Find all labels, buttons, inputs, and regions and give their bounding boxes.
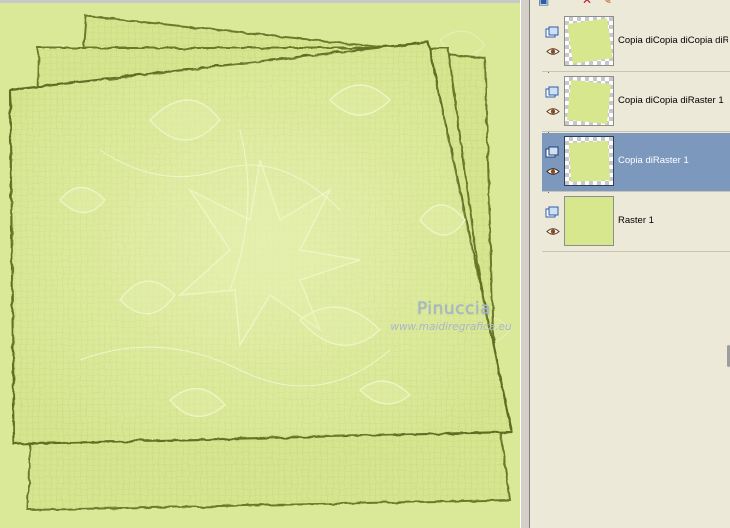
layer-row[interactable]: Copia diCopia diCopia diR [542, 13, 730, 72]
canvas-top-border [0, 0, 520, 3]
image-canvas[interactable]: Pinuccia www.maidiregrafica.eu [0, 0, 525, 528]
eye-icon[interactable] [546, 167, 560, 176]
watermark-name: Pinuccia [417, 299, 491, 319]
layer-row[interactable]: Raster 1 [542, 193, 730, 252]
layer-thumbnail [564, 76, 614, 126]
layer-thumbnail [564, 196, 614, 246]
new-layer-icon[interactable]: ▣ [538, 0, 549, 6]
eye-icon[interactable] [546, 227, 560, 236]
layer-type-icon[interactable] [545, 86, 559, 98]
canvas-right-border [520, 0, 530, 528]
delete-icon[interactable]: ✕ [582, 0, 592, 6]
layer-type-icon[interactable] [545, 206, 559, 218]
layer-row[interactable]: Copia diCopia diRaster 1 [542, 73, 730, 132]
layer-row-selected[interactable]: Copia diRaster 1 [542, 133, 730, 192]
layer-type-icon[interactable] [545, 146, 559, 158]
layer-thumbnail [564, 136, 614, 186]
layer-name[interactable]: Copia diCopia diCopia diR [618, 35, 728, 46]
layer-thumbnail [564, 16, 614, 66]
eye-icon[interactable] [546, 107, 560, 116]
watermark-url: www.maidiregrafica.eu [390, 321, 512, 333]
layer-name[interactable]: Copia diRaster 1 [618, 155, 728, 166]
layers-list: Copia diCopia diCopia diR Copia diCopia … [542, 13, 730, 253]
layer-type-icon[interactable] [545, 26, 559, 38]
layers-toolbar: ▣ ✕ ✎ [530, 0, 730, 8]
layers-palette: ▣ ✕ ✎ Copia diCopia diCopia diR Copia di… [530, 0, 730, 528]
canvas-artwork [0, 3, 520, 528]
layer-name[interactable]: Raster 1 [618, 215, 728, 226]
eye-icon[interactable] [546, 47, 560, 56]
edit-icon[interactable]: ✎ [602, 0, 612, 6]
layer-name[interactable]: Copia diCopia diRaster 1 [618, 95, 728, 106]
